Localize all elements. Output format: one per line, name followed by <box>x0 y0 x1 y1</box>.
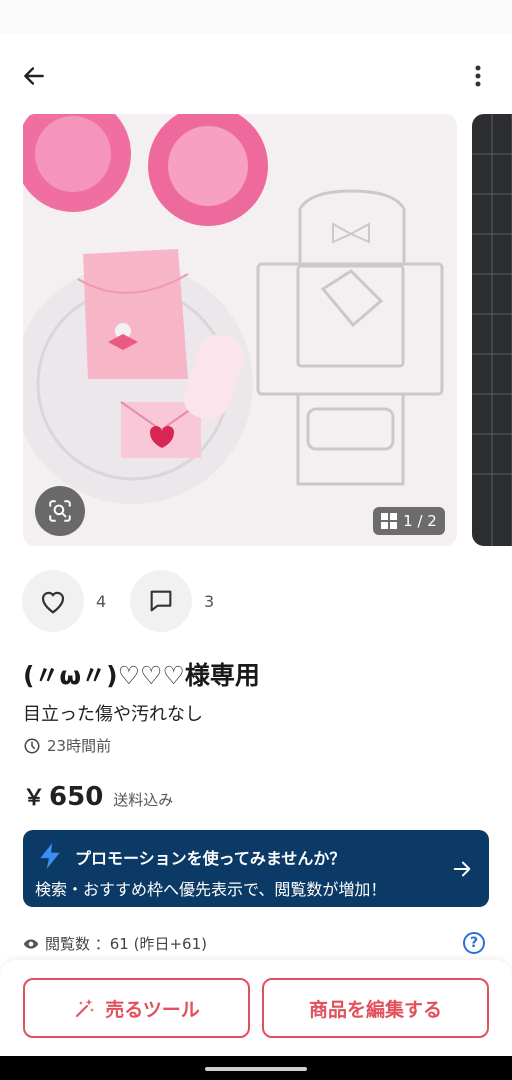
grid-icon <box>381 513 398 529</box>
promo-subtitle: 検索・おすすめ枠へ優先表示で、閲覧数が増加！ <box>35 880 387 899</box>
image-counter-text: 1 / 2 <box>403 512 437 530</box>
image-counter: 1 / 2 <box>373 507 445 535</box>
edit-item-label: 商品を編集する <box>308 998 442 1021</box>
more-vertical-icon <box>475 65 481 87</box>
price: ￥ 650 送料込み <box>23 780 173 812</box>
promotion-banner[interactable]: プロモーションを使ってみませんか？ 検索・おすすめ枠へ優先表示で、閲覧数が増加！ <box>23 830 489 907</box>
like-button[interactable] <box>22 570 84 632</box>
status-bar <box>0 0 512 34</box>
home-indicator[interactable] <box>205 1067 307 1071</box>
image-search-icon <box>49 500 71 522</box>
help-icon[interactable]: ? <box>463 932 485 954</box>
product-photo[interactable]: 1 / 2 <box>23 114 457 546</box>
edit-item-button[interactable]: 商品を編集する <box>262 978 489 1038</box>
cutting-mat-pattern <box>472 114 512 546</box>
currency-symbol: ￥ <box>23 786 46 811</box>
comment-icon <box>150 590 172 612</box>
image-search-button[interactable] <box>35 486 85 536</box>
price-amount: 650 <box>49 782 104 812</box>
view-count: 閲覧数 ：61 (昨日+61) <box>23 933 207 954</box>
comment-button[interactable] <box>130 570 192 632</box>
posted-time: 23時間前 <box>23 735 111 756</box>
view-count-text: 閲覧数 ：61 (昨日+61) <box>45 935 207 953</box>
clock-icon <box>24 738 40 753</box>
item-condition: 目立った傷や汚れなし <box>23 704 203 725</box>
arrow-left-icon <box>24 67 44 85</box>
more-button[interactable] <box>462 58 494 94</box>
like-count: 4 <box>96 592 107 611</box>
sell-tool-label: 売るツール <box>105 998 200 1021</box>
arrow-right-icon <box>453 861 471 877</box>
posted-time-text: 23時間前 <box>47 737 112 755</box>
magic-wand-icon <box>76 999 95 1017</box>
bottom-action-bar: 売るツール 商品を編集する <box>0 960 512 1056</box>
heart-icon <box>41 591 65 614</box>
product-photo-illustration <box>23 114 457 546</box>
eye-icon <box>23 938 39 949</box>
engagement-actions: 4 3 <box>22 570 322 634</box>
back-button[interactable] <box>16 58 52 94</box>
item-title: (〃ω〃)♡♡♡様専用 <box>23 661 260 690</box>
next-photo-preview[interactable] <box>472 114 512 546</box>
comment-count: 3 <box>204 592 215 611</box>
lightning-icon <box>40 843 60 869</box>
image-carousel[interactable]: 1 / 2 <box>0 114 512 548</box>
top-bar <box>0 44 512 104</box>
shipping-note: 送料込み <box>113 791 174 809</box>
sell-tool-button[interactable]: 売るツール <box>23 978 250 1038</box>
promo-title: プロモーションを使ってみませんか？ <box>75 849 346 868</box>
